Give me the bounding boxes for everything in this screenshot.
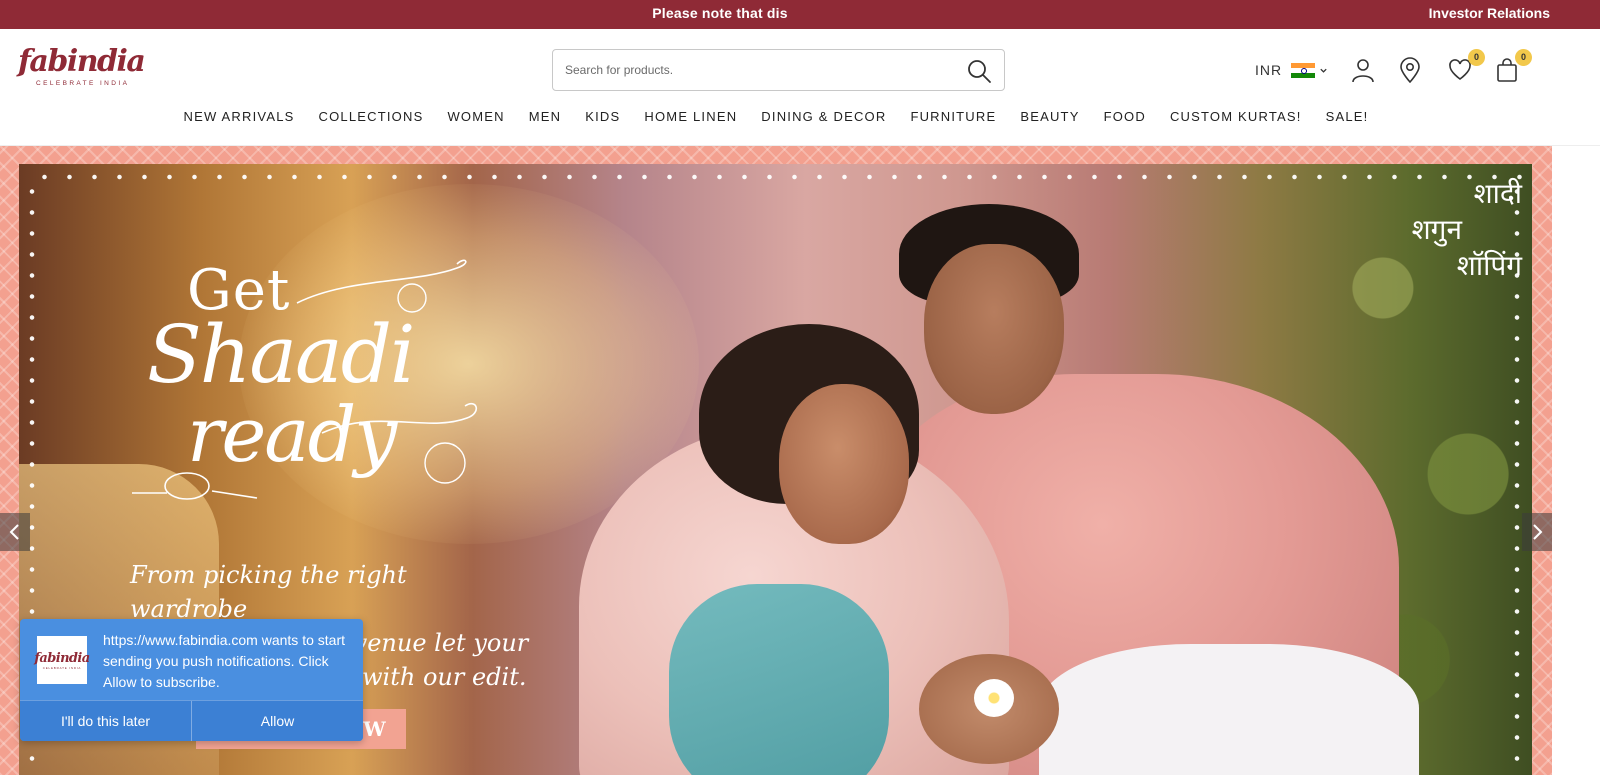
announcement-text: Please note that dis <box>652 5 788 21</box>
logo-wordmark: fabindia <box>18 44 146 79</box>
hindi-line-3: शॉपिंग <box>1456 249 1522 282</box>
do-this-later-button[interactable]: I'll do this later <box>20 701 192 741</box>
subcopy-line-1: From picking the right wardrobe <box>130 561 407 623</box>
cart-count-badge: 0 <box>1515 49 1532 66</box>
investor-relations-link[interactable]: Investor Relations <box>1429 0 1550 27</box>
announcement-bar: Please note that dis Investor Relations <box>0 0 1600 29</box>
hindi-tagline: शादी शगुन शॉपिंग <box>1302 176 1522 284</box>
nav-item-sale[interactable]: SALE! <box>1326 109 1369 124</box>
nav-item-food[interactable]: FOOD <box>1104 109 1146 124</box>
push-notification-prompt: fabindia CELEBRATE INDIA https://www.fab… <box>20 619 363 741</box>
nav-item-furniture[interactable]: FURNITURE <box>910 109 996 124</box>
nav-item-beauty[interactable]: BEAUTY <box>1020 109 1079 124</box>
nav-item-collections[interactable]: COLLECTIONS <box>319 109 424 124</box>
chevron-down-icon <box>1320 68 1327 73</box>
push-prompt-actions: I'll do this later Allow <box>20 700 363 741</box>
site-header: fabindia CELEBRATE INDIA INR 0 0 NEW ARR… <box>0 29 1600 146</box>
wishlist-button[interactable]: 0 <box>1447 49 1485 85</box>
nav-item-kids[interactable]: KIDS <box>585 109 620 124</box>
logo-tagline: CELEBRATE INDIA <box>36 80 130 87</box>
nav-item-custom-kurtas[interactable]: CUSTOM KURTAS! <box>1170 109 1302 124</box>
push-prompt-logo: fabindia CELEBRATE INDIA <box>34 636 90 684</box>
headline-ready: ready <box>187 390 397 479</box>
wishlist-count-badge: 0 <box>1468 49 1485 66</box>
search-bar <box>552 49 1005 91</box>
nav-item-new-arrivals[interactable]: NEW ARRIVALS <box>184 109 295 124</box>
fabindia-logo[interactable]: fabindia CELEBRATE INDIA <box>18 44 146 91</box>
chevron-right-icon <box>1533 524 1543 540</box>
push-logo-tagline: CELEBRATE INDIA <box>42 665 82 670</box>
hindi-line-2: शगुन <box>1411 213 1462 246</box>
hero-headline: Get Shaadi ready <box>127 258 487 508</box>
main-navigation: NEW ARRIVALS COLLECTIONS WOMEN MEN KIDS … <box>0 109 1552 124</box>
push-prompt-message: https://www.fabindia.com wants to start … <box>103 632 345 690</box>
currency-code: INR <box>1255 62 1283 78</box>
headline-shaadi: Shaadi <box>147 308 416 401</box>
decorative-border-top <box>32 170 1522 184</box>
india-flag-icon <box>1291 62 1316 78</box>
slider-next-button[interactable] <box>1522 513 1552 551</box>
allow-button[interactable]: Allow <box>192 701 363 741</box>
chevron-left-icon <box>9 524 19 540</box>
search-input[interactable] <box>565 50 945 90</box>
page-scrollbar-track[interactable] <box>1552 146 1600 775</box>
nav-item-women[interactable]: WOMEN <box>447 109 504 124</box>
push-logo-wordmark: fabindia <box>34 650 90 666</box>
account-icon[interactable] <box>1350 57 1378 85</box>
search-icon[interactable] <box>966 58 992 84</box>
nav-item-dining-decor[interactable]: DINING & DECOR <box>761 109 886 124</box>
store-locator-icon[interactable] <box>1397 57 1425 85</box>
hindi-line-1: शादी <box>1473 177 1522 210</box>
currency-selector[interactable]: INR <box>1255 61 1328 79</box>
nav-item-home-linen[interactable]: HOME LINEN <box>644 109 737 124</box>
nav-item-men[interactable]: MEN <box>529 109 562 124</box>
slider-prev-button[interactable] <box>0 513 30 551</box>
cart-button[interactable]: 0 <box>1494 49 1532 85</box>
